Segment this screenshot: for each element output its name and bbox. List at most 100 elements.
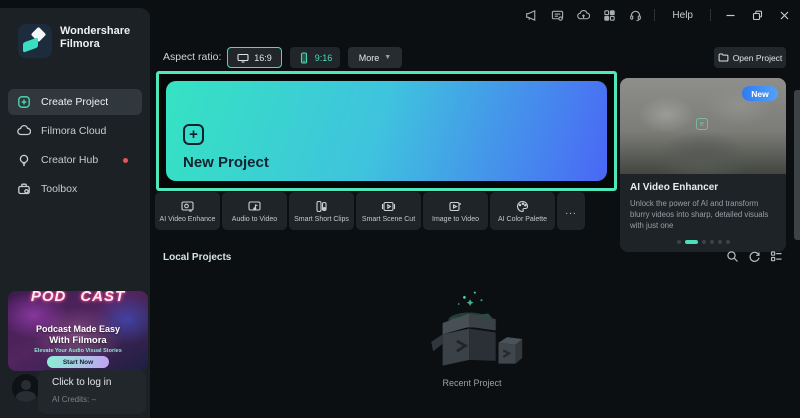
new-project-label: New Project: [183, 154, 269, 171]
watermark-icon: e: [696, 118, 708, 130]
brand-line2: Filmora: [60, 38, 100, 50]
avatar-body-shape: [16, 391, 36, 402]
empty-box-illustration: [412, 286, 532, 376]
aspect-ratio-label: Aspect ratio:: [163, 51, 222, 63]
tool-label: Smart Scene Cut: [361, 216, 416, 223]
promo-title-left: POD: [30, 291, 67, 305]
sidebar-nav: Create Project Filmora Cloud Creator Hub: [0, 86, 150, 205]
tool-label: Audio to Video: [231, 216, 278, 223]
promo-headline2: With Filmora: [49, 335, 107, 346]
feature-description: Unlock the power of AI and transform blu…: [630, 199, 769, 230]
promo-title: POD CAST: [8, 291, 148, 305]
folder-icon: [718, 53, 729, 62]
aspect-more-dropdown[interactable]: More ▼: [348, 47, 402, 68]
sidebar-item-creator-hub[interactable]: Creator Hub: [8, 147, 142, 173]
open-project-button[interactable]: Open Project: [714, 47, 786, 68]
local-projects-heading: Local Projects: [163, 252, 232, 263]
carousel-dot[interactable]: [717, 240, 722, 244]
tool-ai-color-palette[interactable]: AI Color Palette: [490, 192, 555, 230]
promo-subline: Elevate Your Audio Visual Stories: [34, 348, 122, 354]
sidebar-item-label: Filmora Cloud: [41, 125, 107, 137]
help-menu[interactable]: Help: [666, 10, 699, 21]
sidebar-item-toolbox[interactable]: Toolbox: [8, 176, 142, 202]
promo-cta-button[interactable]: Start Now: [47, 356, 109, 368]
chevron-down-icon: ▼: [384, 54, 392, 61]
notification-dot: [123, 157, 128, 163]
carousel-dot[interactable]: [709, 240, 714, 244]
tool-smart-short-clips[interactable]: Smart Short Clips: [289, 192, 354, 230]
search-icon[interactable]: [726, 250, 739, 263]
carousel-dot[interactable]: [676, 240, 681, 244]
new-project-card[interactable]: + New Project: [166, 81, 607, 181]
apps-grid-icon[interactable]: [602, 8, 617, 23]
refresh-icon[interactable]: [748, 250, 761, 263]
brand-line1: Wondershare: [60, 25, 131, 37]
palette-icon: [517, 200, 529, 213]
carousel-dots: [620, 240, 786, 244]
aspect-9-16-label: 9:16: [314, 52, 333, 63]
brand-name: Wondershare Filmora: [60, 25, 130, 51]
tool-label: AI Color Palette: [497, 216, 548, 223]
sidebar-item-label: Create Project: [41, 96, 109, 108]
avatar-head-shape: [21, 380, 31, 390]
promo-title-right: CAST: [80, 291, 126, 305]
aspect-16-9-label: 16:9: [254, 52, 272, 63]
podcast-promo-banner[interactable]: POD CAST Podcast Made Easy With Filmora E…: [8, 291, 148, 371]
sidebar-item-filmora-cloud[interactable]: Filmora Cloud: [8, 118, 142, 144]
support-headset-icon[interactable]: [628, 8, 643, 23]
minimize-icon[interactable]: [722, 7, 738, 23]
list-view-icon[interactable]: [770, 250, 783, 263]
local-projects-actions: [726, 250, 783, 263]
filmora-launcher-window: Help Wondershare Filmora Create Project …: [0, 0, 800, 418]
login-label[interactable]: Click to log in: [52, 377, 111, 388]
video-enhance-icon: [181, 201, 194, 212]
aspect-9-16-button[interactable]: 9:16: [290, 47, 340, 68]
titlebar-divider: [710, 9, 711, 21]
open-project-label: Open Project: [732, 52, 783, 63]
carousel-dot[interactable]: [725, 240, 730, 244]
cloud-sync-icon[interactable]: [576, 8, 591, 23]
logo-wedge-shape: [23, 37, 38, 53]
quick-tools-row: AI Video Enhance Audio to Video Smart Sh…: [155, 192, 585, 230]
titlebar: Help: [150, 0, 792, 30]
add-square-icon: [16, 95, 31, 110]
more-tools-button[interactable]: ...: [557, 192, 585, 230]
titlebar-divider: [654, 9, 656, 21]
tool-smart-scene-cut[interactable]: Smart Scene Cut: [356, 192, 421, 230]
phone-icon: [300, 51, 307, 64]
tool-label: Image to Video: [432, 216, 479, 223]
monitor-icon: [237, 53, 249, 63]
new-badge: New: [742, 86, 778, 101]
promo-headline1: Podcast Made Easy: [35, 324, 121, 334]
feature-title: AI Video Enhancer: [630, 182, 719, 193]
close-icon[interactable]: [776, 7, 792, 23]
megaphone-icon[interactable]: [524, 8, 539, 23]
feedback-icon[interactable]: [550, 8, 565, 23]
toolbox-icon: [16, 182, 31, 197]
scene-cut-icon: [381, 201, 396, 212]
short-clips-icon: [316, 200, 327, 213]
sidebar-item-label: Toolbox: [41, 183, 78, 195]
feature-card-ai-video-enhancer[interactable]: e New AI Video Enhancer Unlock the power…: [620, 78, 786, 252]
sidebar: Wondershare Filmora Create Project Filmo…: [0, 8, 150, 418]
image-to-video-icon: [449, 201, 461, 212]
carousel-dot-active[interactable]: [684, 240, 698, 244]
sidebar-item-label: Creator Hub: [41, 154, 99, 166]
restore-window-icon[interactable]: [749, 7, 765, 23]
ai-credits-label: AI Credits: –: [52, 395, 97, 404]
plus-icon: +: [183, 124, 204, 145]
sidebar-item-create-project[interactable]: Create Project: [8, 89, 142, 115]
audio-to-video-icon: [248, 201, 261, 211]
carousel-dot[interactable]: [701, 240, 706, 244]
avatar[interactable]: [12, 374, 40, 402]
tool-audio-to-video[interactable]: Audio to Video: [222, 192, 287, 230]
tool-label: AI Video Enhance: [159, 216, 216, 223]
lightbulb-icon: [16, 153, 31, 168]
tool-image-to-video[interactable]: Image to Video: [423, 192, 488, 230]
filmora-logo-icon: [18, 24, 52, 58]
cloud-icon: [16, 124, 31, 139]
tool-ai-video-enhance[interactable]: AI Video Enhance: [155, 192, 220, 230]
aspect-16-9-button[interactable]: 16:9: [227, 47, 282, 68]
aspect-more-label: More: [358, 52, 380, 63]
tool-label: Smart Short Clips: [294, 216, 349, 223]
